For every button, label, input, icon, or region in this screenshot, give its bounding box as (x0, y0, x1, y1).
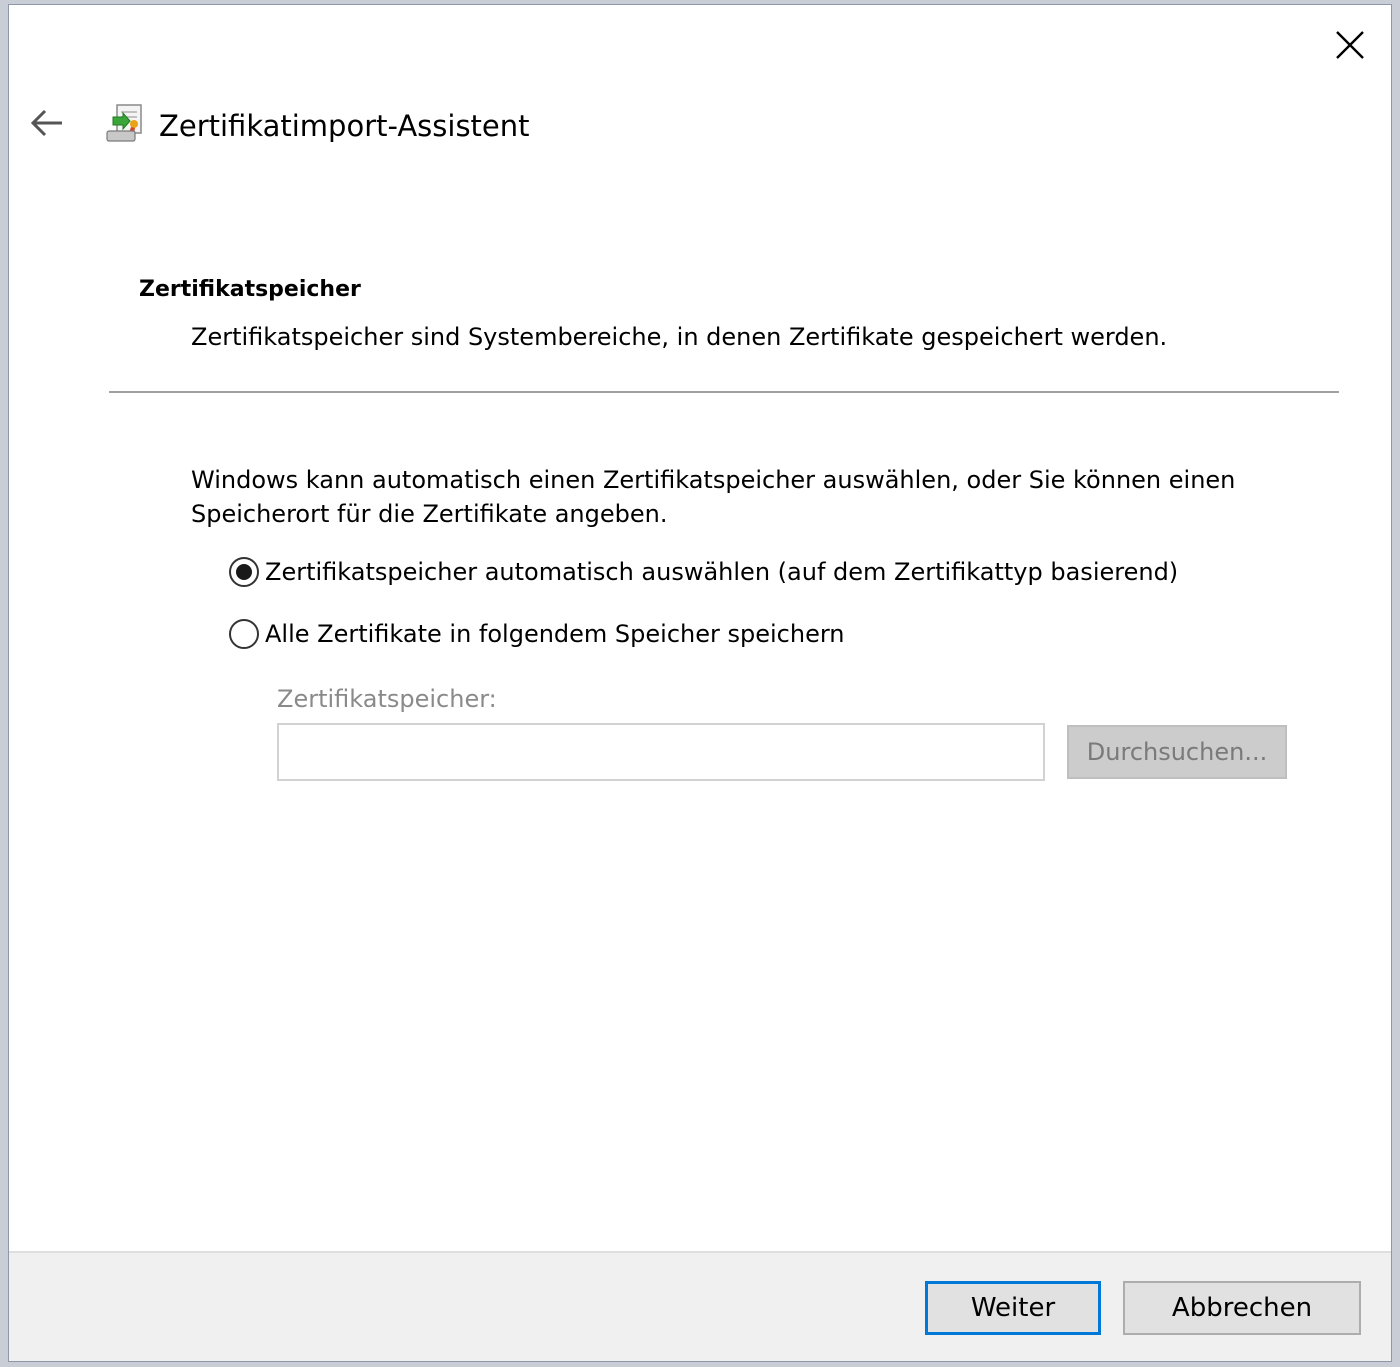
next-button[interactable]: Weiter (925, 1281, 1101, 1335)
back-arrow-icon (30, 109, 62, 137)
store-input[interactable] (277, 723, 1045, 781)
cancel-button[interactable]: Abbrechen (1123, 1281, 1361, 1335)
certificate-import-icon (103, 103, 147, 147)
footer-bar: Weiter Abbrechen (9, 1251, 1391, 1361)
section-description: Zertifikatspeicher sind Systembereiche, … (191, 323, 1168, 351)
back-button[interactable] (27, 103, 67, 143)
intro-text: Windows kann automatisch einen Zertifika… (191, 466, 1236, 528)
radio-dot (236, 564, 252, 580)
window-title: Zertifikatimport-Assistent (159, 109, 530, 143)
store-field-label: Zertifikatspeicher: (277, 685, 497, 713)
radio-button-unselected[interactable] (229, 619, 259, 649)
browse-button[interactable]: Durchsuchen... (1067, 725, 1287, 779)
section-heading: Zertifikatspeicher (139, 277, 361, 302)
radio-auto-select[interactable]: Zertifikatspeicher automatisch auswählen… (229, 557, 1178, 587)
radio-button-selected[interactable] (229, 557, 259, 587)
radio-label-auto: Zertifikatspeicher automatisch auswählen… (265, 558, 1179, 586)
radio-label-manual: Alle Zertifikate in folgendem Speicher s… (265, 620, 845, 648)
radio-manual-store[interactable]: Alle Zertifikate in folgendem Speicher s… (229, 619, 845, 649)
header-divider (109, 391, 1339, 393)
wizard-window: Zertifikatimport-Assistent Zertifikatspe… (8, 4, 1392, 1362)
close-icon (1336, 31, 1364, 59)
close-button[interactable] (1327, 25, 1373, 65)
